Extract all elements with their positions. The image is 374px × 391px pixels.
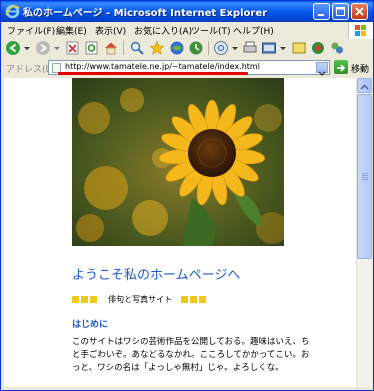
toolbar-separator [123,41,124,55]
bullet-square [72,296,79,303]
bullet-square [90,296,97,303]
title-bar[interactable]: 私のホームページ - Microsoft Internet Explorer [1,1,373,22]
go-label[interactable]: 移動 [351,62,369,75]
sunflower-photo [72,78,284,246]
address-dropdown-button[interactable] [316,62,328,76]
back-dropdown-icon[interactable] [23,40,31,56]
close-button[interactable] [351,3,368,20]
browser-window: 私のホームページ - Microsoft Internet Explorer フ… [0,0,374,391]
menu-edit[interactable]: 編集(E) [56,24,87,37]
scroll-grip [362,173,368,174]
tagline-text: 俳句と写真サイト [108,295,173,304]
windows-flag-icon [355,25,366,36]
vertical-scrollbar[interactable] [356,78,372,387]
menu-tools[interactable]: ツール(T) [191,24,231,37]
toolbar-separator [208,41,209,55]
research-icon[interactable] [329,40,345,56]
menu-bar: ファイル(F) 編集(E) 表示(V) お気に入り(A) ツール(T) ヘルプ(… [1,22,373,40]
forward-icon[interactable] [35,40,51,56]
home-icon[interactable] [103,40,119,56]
intro-text: このサイトはワシの芸術作品を公開しておる。趣味はいえ、ちと手ごわいぞ。あなどるな… [72,337,310,373]
page-content: ようこそ私のホームページへ 俳句と写真サイト はじめに このサイトはワシの芸術作… [4,78,356,387]
scroll-grip [362,177,368,178]
print-icon[interactable] [242,40,258,56]
bullet-square [81,296,88,303]
menu-view[interactable]: 表示(V) [95,24,126,37]
intro-heading: はじめに [72,320,109,330]
refresh-icon[interactable] [84,40,100,56]
go-arrow-icon [337,64,346,72]
toolbar [1,39,373,59]
mail-dropdown-icon[interactable] [231,40,239,56]
mail-icon[interactable] [213,40,229,56]
scroll-thumb[interactable] [357,94,372,259]
maximize-icon [336,7,345,16]
scroll-up-button[interactable] [357,78,372,93]
tagline: 俳句と写真サイト [72,289,208,304]
address-url[interactable]: http://www.tamatele.ne.jp/~tamatele/inde… [65,62,260,71]
go-button[interactable] [334,60,348,74]
edit-dropdown-icon[interactable] [279,40,287,56]
close-icon [355,7,364,16]
discuss-icon[interactable] [291,40,307,56]
windows-logo [348,22,373,39]
scroll-grip [362,175,368,176]
favorites-star-icon[interactable] [149,40,165,56]
back-icon[interactable] [5,40,21,56]
history-icon[interactable] [188,40,204,56]
ie-logo-icon [5,4,20,19]
chevron-up-icon [360,84,369,90]
maximize-button[interactable] [332,3,349,20]
search-icon[interactable] [129,40,145,56]
bullet-square [181,296,189,303]
scroll-grip [362,179,368,180]
menu-favorites[interactable]: お気に入り(A) [134,24,192,37]
window-title: 私のホームページ - Microsoft Internet Explorer [23,8,268,19]
forward-dropdown-icon[interactable] [53,40,61,56]
address-bar: アドレス(D) http://www.tamatele.ne.jp/~tamat… [1,58,373,78]
bullet-square [190,296,198,303]
minimize-button[interactable] [313,3,330,20]
messenger-icon[interactable] [310,40,326,56]
menu-help[interactable]: ヘルプ(H) [233,24,274,37]
chevron-down-icon [318,71,326,76]
menu-file[interactable]: ファイル(F) [7,24,55,37]
minimize-icon [318,14,324,16]
edit-icon[interactable] [261,40,277,56]
url-highlight-underline [58,72,248,75]
welcome-heading: ようこそ私のホームページへ [72,268,241,283]
bullet-square [199,296,207,303]
stop-icon[interactable] [65,40,81,56]
media-icon[interactable] [169,40,185,56]
